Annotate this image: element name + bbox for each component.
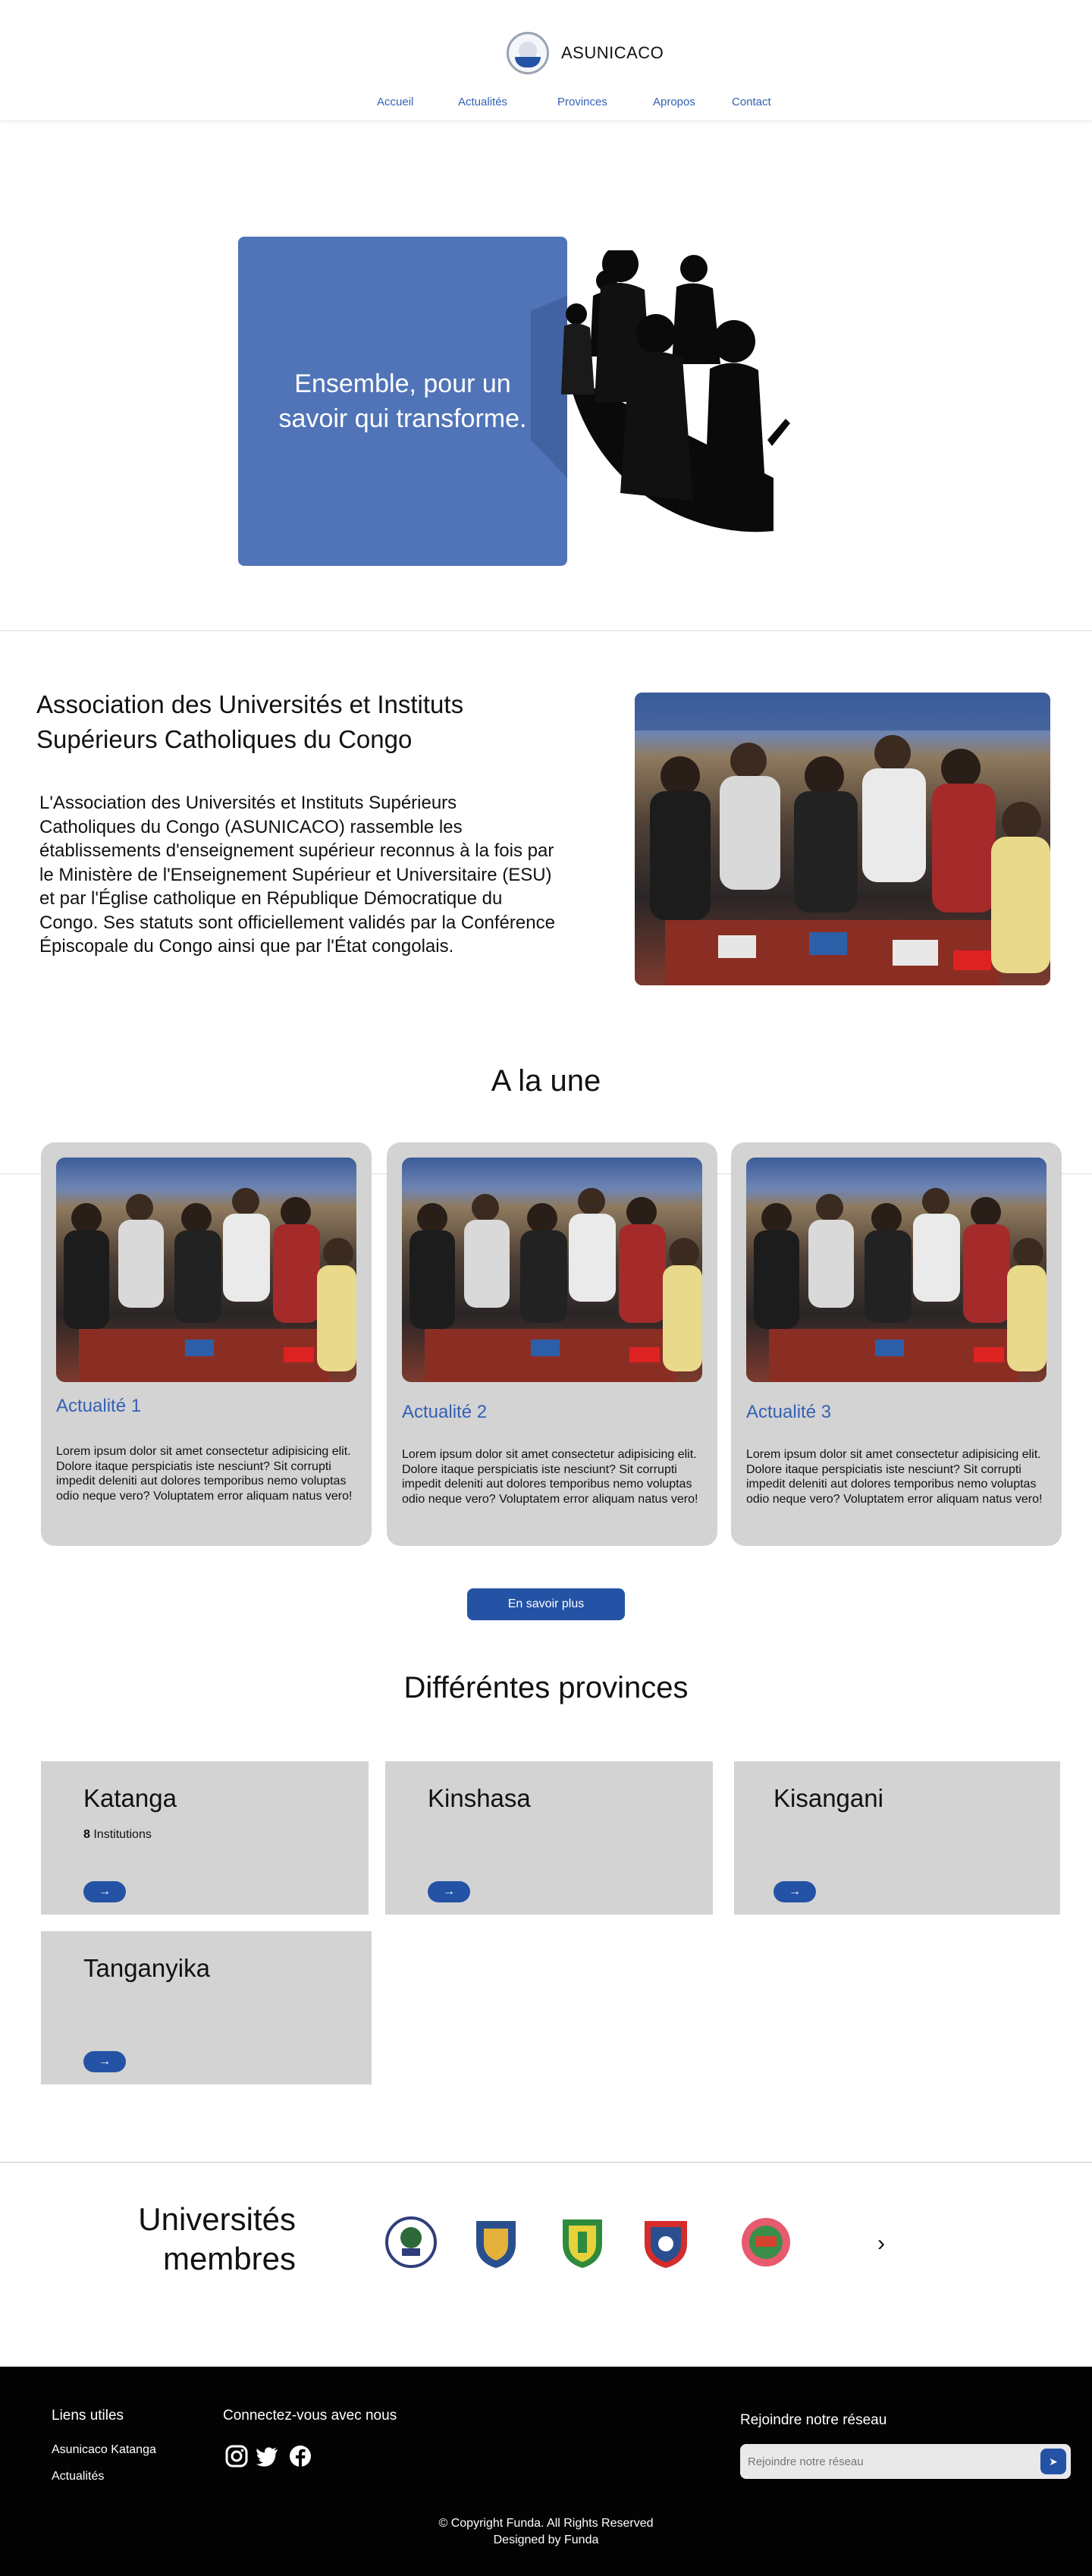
province-name: Kinshasa [428, 1784, 531, 1812]
footer-link-actualites[interactable]: Actualités [52, 2470, 104, 2483]
province-card-kinshasa[interactable]: Kinshasa → [385, 1761, 713, 1915]
university-crest-5-icon[interactable] [739, 2213, 793, 2271]
footer-links-title: Liens utiles [52, 2408, 124, 2424]
newsletter-input[interactable] [748, 2450, 1028, 2473]
asunicaco-logo [507, 32, 549, 74]
news-section-title: A la une [491, 1064, 601, 1098]
university-crest-4-icon[interactable] [639, 2213, 693, 2271]
carousel-next-icon[interactable]: › [871, 2230, 892, 2257]
nav-link-provinces[interactable]: Provinces [557, 96, 607, 108]
news-title[interactable]: Actualité 3 [746, 1402, 831, 1423]
province-card-tanganyika[interactable]: Tanganyika → [41, 1931, 372, 2084]
institutions-number: 8 [83, 1828, 90, 1841]
nav-link-accueil[interactable]: Accueil [377, 96, 413, 108]
nav-link-actualites[interactable]: Actualités [458, 96, 507, 108]
designer-credit: Designed by Funda [493, 2534, 599, 2546]
footer-social-title: Connectez-vous avec nous [223, 2408, 397, 2424]
province-card-katanga[interactable]: Katanga 8 Institutions → [41, 1761, 369, 1915]
newsletter-form: ➤ [740, 2444, 1071, 2479]
news-card[interactable]: Actualité 3 Lorem ipsum dolor sit amet c… [731, 1142, 1062, 1546]
hero-banner: Ensemble, pour un savoir qui transforme. [238, 237, 567, 566]
arrow-right-icon[interactable]: → [428, 1881, 470, 1902]
people-silhouette-illustration [531, 250, 790, 532]
main-nav: Accueil Actualités Provinces Apropos Con… [0, 96, 1092, 114]
news-excerpt: Lorem ipsum dolor sit amet consectetur a… [746, 1448, 1043, 1506]
section-divider [0, 2162, 1092, 2163]
twitter-icon[interactable] [255, 2444, 279, 2468]
brand-name: ASUNICACO [561, 43, 664, 62]
nav-link-contact[interactable]: Contact [732, 96, 771, 108]
news-title[interactable]: Actualité 1 [56, 1396, 141, 1417]
instagram-icon[interactable] [224, 2444, 249, 2468]
section-divider [0, 630, 1092, 631]
institutions-label: Institutions [93, 1828, 152, 1841]
about-description: L'Association des Universités et Institu… [39, 793, 555, 957]
nav-link-apropos[interactable]: Apropos [653, 96, 695, 108]
province-institutions-count: 8 Institutions [83, 1828, 152, 1842]
provinces-section-title: Différéntes provinces [403, 1671, 689, 1704]
news-title[interactable]: Actualité 2 [402, 1402, 487, 1423]
footer-link-asunicaco-katanga[interactable]: Asunicaco Katanga [52, 2443, 156, 2457]
universities-title: Universités membres [114, 2200, 296, 2279]
copyright: © Copyright Funda. All Rights Reserved D… [0, 2515, 1092, 2549]
copyright-line: © Copyright Funda. All Rights Reserved [438, 2517, 654, 2530]
hero-tagline: Ensemble, pour un savoir qui transforme. [278, 369, 527, 433]
footer-join-title: Rejoindre notre réseau [740, 2412, 887, 2428]
news-image [56, 1158, 356, 1382]
university-crest-3-icon[interactable] [555, 2213, 610, 2271]
brand[interactable]: ASUNICACO [507, 32, 664, 74]
news-excerpt: Lorem ipsum dolor sit amet consectetur a… [56, 1445, 353, 1503]
universities-title-line2: membres [162, 2241, 296, 2276]
news-card[interactable]: Actualité 1 Lorem ipsum dolor sit amet c… [41, 1142, 372, 1546]
news-excerpt: Lorem ipsum dolor sit amet consectetur a… [402, 1448, 698, 1506]
students-photo [635, 693, 1050, 985]
arrow-right-icon[interactable]: → [774, 1881, 816, 1902]
more-news-button[interactable]: En savoir plus [467, 1588, 625, 1620]
arrow-right-icon[interactable]: → [83, 1881, 126, 1902]
university-crest-2-icon[interactable] [469, 2213, 523, 2271]
university-crest-1-icon[interactable] [384, 2213, 438, 2271]
arrow-right-icon[interactable]: → [83, 2051, 126, 2072]
about-title: Association des Universités et Instituts… [36, 690, 464, 753]
province-card-kisangani[interactable]: Kisangani → [734, 1761, 1060, 1915]
site-header: ASUNICACO Accueil Actualités Provinces A… [0, 0, 1092, 121]
province-name: Tanganyika [83, 1954, 210, 1982]
news-card[interactable]: Actualité 2 Lorem ipsum dolor sit amet c… [387, 1142, 717, 1546]
news-image [402, 1158, 702, 1382]
facebook-icon[interactable] [288, 2444, 312, 2468]
universities-title-line1: Universités [138, 2201, 296, 2237]
province-name: Katanga [83, 1784, 177, 1812]
send-icon[interactable]: ➤ [1040, 2449, 1066, 2474]
news-image [746, 1158, 1046, 1382]
province-name: Kisangani [774, 1784, 883, 1812]
